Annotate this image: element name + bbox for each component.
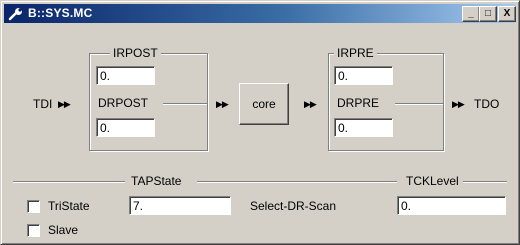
tcklevel-divider	[463, 181, 507, 183]
options-divider	[13, 181, 125, 183]
tcklevel-label: TCKLevel	[403, 174, 462, 188]
irpost-field[interactable]: 0.	[96, 66, 155, 85]
tapstate-field[interactable]: 7.	[129, 196, 231, 215]
slave-label[interactable]: Slave	[48, 223, 78, 237]
slave-checkbox[interactable]	[27, 224, 40, 237]
tdi-label: TDI	[33, 97, 53, 111]
irpre-field[interactable]: 0.	[334, 66, 393, 85]
close-button[interactable]: X	[498, 6, 516, 22]
drpost-divider	[163, 103, 207, 105]
irpost-label: IRPOST	[110, 46, 161, 60]
drpost-field[interactable]: 0.	[96, 118, 155, 137]
window-title: B::SYS.MC	[28, 6, 93, 20]
tristate-checkbox[interactable]	[27, 200, 40, 213]
maximize-button[interactable]: □	[479, 6, 497, 22]
pre-core-arrow-icon: ▶▶	[216, 99, 229, 109]
title-bar[interactable]: B::SYS.MC _ □ X	[4, 4, 516, 23]
drpost-label: DRPOST	[95, 96, 152, 110]
sys-mc-window: B::SYS.MC _ □ X TDI ▶▶ IRPOST 0. DRPOST …	[0, 0, 520, 245]
minimize-button[interactable]: _	[462, 6, 480, 22]
tcklevel-field[interactable]: 0.	[397, 196, 506, 215]
tapstate-label: TAPState	[128, 174, 185, 188]
tapstate-divider	[197, 181, 397, 183]
post-core-arrow-icon: ▶▶	[304, 99, 317, 109]
drpre-label: DRPRE	[334, 96, 383, 110]
drpre-divider	[395, 103, 443, 105]
irpre-label: IRPRE	[334, 46, 377, 60]
tdi-arrow-icon: ▶▶	[58, 99, 71, 109]
tdo-label: TDO	[474, 97, 500, 111]
tristate-label[interactable]: TriState	[48, 199, 90, 213]
core-button[interactable]: core	[239, 83, 289, 125]
tap-state-name: Select-DR-Scan	[250, 199, 337, 213]
tdo-arrow-icon: ▶▶	[452, 99, 465, 109]
drpre-field[interactable]: 0.	[334, 118, 393, 137]
wrench-icon	[8, 8, 22, 21]
